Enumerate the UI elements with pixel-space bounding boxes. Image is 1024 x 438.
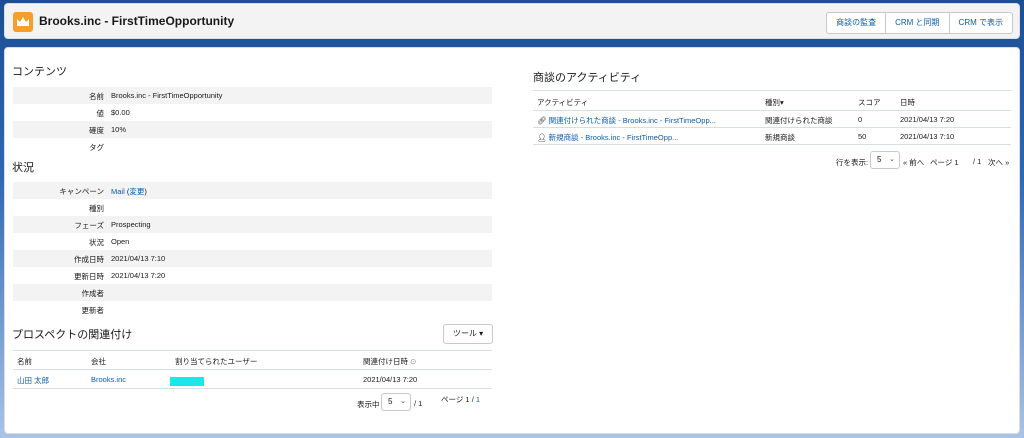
status-row-updated: 更新日時 2021/04/13 7:20 [74, 271, 166, 281]
activity-row-1-type: 関連付けられた商談 [765, 116, 833, 125]
status-row-stage: フェーズ Prospecting [13, 216, 492, 233]
contents-row-tags: タグ [89, 143, 104, 152]
prospect-company-link[interactable]: Brooks.inc [91, 375, 126, 384]
activity-row-2-type: 新規商談 [765, 133, 795, 142]
col-name[interactable]: 名前 [17, 356, 32, 367]
divider [533, 110, 1011, 111]
sync-crm-button[interactable]: CRM と同期 [885, 13, 948, 33]
col-company[interactable]: 会社 [91, 356, 106, 367]
page-header: Brooks.inc - FirstTimeOpportunity 商談の監査 … [4, 3, 1020, 39]
col-type[interactable]: 種別▾ [765, 97, 784, 108]
rows-select[interactable]: 5 ⌄ [870, 151, 900, 169]
contents-row-probability: 確度 10% [13, 121, 492, 138]
activity-row-2-score: 50 [858, 132, 867, 141]
rows-label: 行を表示: [836, 158, 869, 167]
status-row-campaign: キャンペーン Mail (変更) [13, 182, 492, 199]
divider [533, 90, 1011, 91]
chevron-down-icon: ⌄ [400, 398, 406, 405]
prospect-name-link[interactable]: 山田 太郎 [17, 375, 49, 386]
col-activity[interactable]: アクティビティ [537, 97, 588, 108]
page-title: Brooks.inc - FirstTimeOpportunity [39, 14, 235, 28]
activity-row-1-score: 0 [858, 115, 863, 124]
divider [13, 369, 492, 370]
per-page-select[interactable]: 5 ⌄ [381, 393, 411, 411]
link-icon: 🔗︎ [537, 116, 547, 125]
prospects-heading: プロスペクトの関連付け [12, 329, 133, 341]
status-row-status: 状況 Open [89, 237, 130, 247]
prospect-date: 2021/04/13 7:20 [363, 375, 418, 384]
main-panel: コンテンツ 名前 Brooks.inc - FirstTimeOpportuni… [4, 47, 1020, 434]
view-in-crm-button[interactable]: CRM で表示 [948, 13, 1012, 33]
divider [533, 127, 1011, 128]
redacted-user [170, 377, 204, 386]
campaign-link[interactable]: Mail [111, 187, 125, 196]
per-page-total: / 1 [414, 399, 423, 408]
info-icon: ⊙ [410, 357, 417, 366]
divider [13, 350, 492, 351]
status-row-created-by: 作成者 [13, 284, 492, 301]
header-button-group: 商談の監査 CRM と同期 CRM で表示 [826, 12, 1013, 34]
activity-row-1-link[interactable]: 🔗︎ 関連付けられた商談 - Brooks.inc - FirstTimeOpp… [537, 115, 716, 126]
page-link[interactable]: 1 [476, 395, 480, 404]
activity-page-total: / 1 [973, 157, 982, 166]
chevron-down-icon: ⌄ [889, 156, 895, 163]
activity-row-2-link[interactable]: 👤︎ 新規商談 - Brooks.inc - FirstTimeOpp... [537, 132, 678, 143]
caret-down-icon: ▾ [780, 98, 784, 107]
activity-page-label: ページ 1 [930, 158, 959, 167]
status-heading: 状況 [12, 162, 34, 174]
activity-row-1-date: 2021/04/13 7:20 [900, 115, 955, 124]
col-associated-date[interactable]: 関連付け日時 ⊙ [363, 356, 416, 367]
col-date[interactable]: 日時 [900, 97, 915, 108]
status-row-updated-by: 更新者 [81, 306, 105, 315]
status-row-type: 種別 [89, 204, 104, 213]
contents-heading: コンテンツ [12, 66, 67, 78]
divider [533, 144, 1011, 145]
activity-heading: 商談のアクティビティ [533, 72, 642, 84]
status-row-created: 作成日時 2021/04/13 7:10 [13, 250, 492, 267]
audit-opportunity-button[interactable]: 商談の監査 [827, 13, 885, 33]
tools-dropdown-button[interactable]: ツール ▾ [443, 324, 493, 344]
caret-down-icon: ▾ [479, 329, 484, 338]
per-page-label: 表示中 [357, 400, 380, 409]
person-icon: 👤︎ [537, 133, 547, 142]
prev-page-button[interactable]: « 前へ [903, 157, 924, 168]
change-campaign-link[interactable]: 変更 [129, 187, 144, 196]
activity-row-2-date: 2021/04/13 7:10 [900, 132, 955, 141]
contents-row-value: 値 $0.00 [96, 108, 130, 118]
page-indicator: ページ 1 / 1 [441, 395, 481, 404]
col-score[interactable]: スコア [858, 97, 881, 108]
col-assigned-user[interactable]: 割り当てられたユーザー [175, 356, 257, 367]
crown-icon [13, 12, 33, 32]
divider [13, 388, 492, 389]
next-page-button[interactable]: 次へ » [988, 157, 1009, 168]
contents-row-name: 名前 Brooks.inc - FirstTimeOpportunity [13, 87, 492, 104]
